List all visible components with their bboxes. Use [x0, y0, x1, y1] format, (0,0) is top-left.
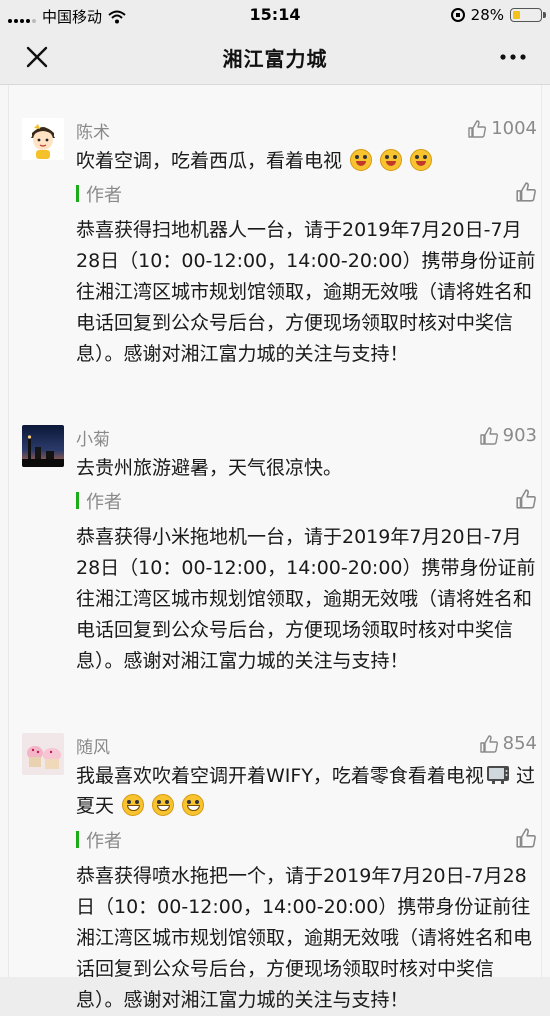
like-button[interactable]: 1004: [467, 118, 537, 139]
avatar[interactable]: [22, 118, 64, 160]
rotation-lock-icon: [450, 8, 465, 22]
author-reply-header: 作者: [76, 488, 537, 514]
comments-list: 陈术 1004 吹着空调，吃着西瓜，看着电视 作者 恭喜获得扫地机器人一台，请于…: [8, 85, 542, 1011]
author-reply-header: 作者: [76, 827, 537, 853]
avatar[interactable]: [22, 425, 64, 467]
avatar[interactable]: [22, 733, 64, 775]
battery-fill: [513, 11, 520, 19]
like-button[interactable]: 903: [479, 425, 537, 446]
like-count: 854: [502, 733, 537, 754]
author-marker: [76, 185, 79, 202]
like-count: 1004: [491, 118, 537, 139]
thumbs-up-icon: [468, 119, 487, 138]
status-bar: 中国移动 15:14 28%: [0, 0, 550, 30]
tongue-face-icon: [380, 149, 403, 171]
like-button[interactable]: 854: [479, 733, 537, 754]
battery-percent: 28%: [470, 6, 504, 24]
tongue-face-icon: [350, 149, 373, 171]
author-marker: [76, 831, 79, 848]
thumbs-up-icon[interactable]: [515, 181, 537, 203]
comment-nickname: 小菊: [76, 430, 110, 450]
author-marker: [76, 492, 79, 509]
author-reply-header: 作者: [76, 181, 537, 207]
tv-icon: [486, 766, 509, 784]
comment-text: 吹着空调，吃着西瓜，看着电视: [76, 146, 536, 176]
nav-bar: 湘江富力城: [0, 30, 550, 84]
comments-area[interactable]: 陈术 1004 吹着空调，吃着西瓜，看着电视 作者 恭喜获得扫地机器人一台，请于…: [0, 85, 550, 1011]
comment-body: 去贵州旅游避暑，天气很凉快。: [76, 457, 343, 479]
thumbs-up-icon: [479, 426, 498, 445]
comment-body: 吹着空调，吃着西瓜，看着电视: [76, 150, 343, 172]
author-reply-text: 恭喜获得扫地机器人一台，请于2019年7月20日-7月28日（10：00-12:…: [76, 219, 536, 365]
status-right: 28%: [450, 6, 546, 24]
like-count: 903: [502, 425, 537, 446]
battery-icon: [510, 8, 546, 22]
page-title: 湘江富力城: [222, 47, 328, 71]
author-reply-text: 恭喜获得喷水拖把一个，请于2019年7月20日-7月28日（10：00-12:0…: [76, 865, 533, 1011]
author-reply: 作者 恭喜获得小米拖地机一台，请于2019年7月20日-7月28日（10：00-…: [76, 488, 537, 677]
grin-face-icon: [182, 794, 205, 816]
comment-nickname: 随风: [76, 738, 110, 758]
author-label: 作者: [86, 185, 122, 206]
grin-face-icon: [152, 794, 175, 816]
thumbs-up-icon: [479, 734, 498, 753]
author-label: 作者: [86, 492, 122, 513]
author-reply: 作者 恭喜获得扫地机器人一台，请于2019年7月20日-7月28日（10：00-…: [76, 181, 537, 370]
author-reply-text: 恭喜获得小米拖地机一台，请于2019年7月20日-7月28日（10：00-12:…: [76, 526, 536, 672]
comment-text: 去贵州旅游避暑，天气很凉快。: [76, 453, 536, 483]
tongue-face-icon: [410, 149, 433, 171]
author-reply: 作者 恭喜获得喷水拖把一个，请于2019年7月20日-7月28日（10：00-1…: [76, 827, 537, 1016]
thumbs-up-icon[interactable]: [515, 827, 537, 849]
more-icon[interactable]: [496, 40, 530, 74]
author-label: 作者: [86, 831, 122, 852]
comment-body: 我最喜欢吹着空调开着WIFY，吃着零食看着电视: [76, 765, 484, 787]
comment-nickname: 陈术: [76, 123, 110, 143]
comment-text: 我最喜欢吹着空调开着WIFY，吃着零食看着电视 过夏天: [76, 761, 536, 821]
thumbs-up-icon[interactable]: [515, 488, 537, 510]
grin-face-icon: [122, 794, 145, 816]
